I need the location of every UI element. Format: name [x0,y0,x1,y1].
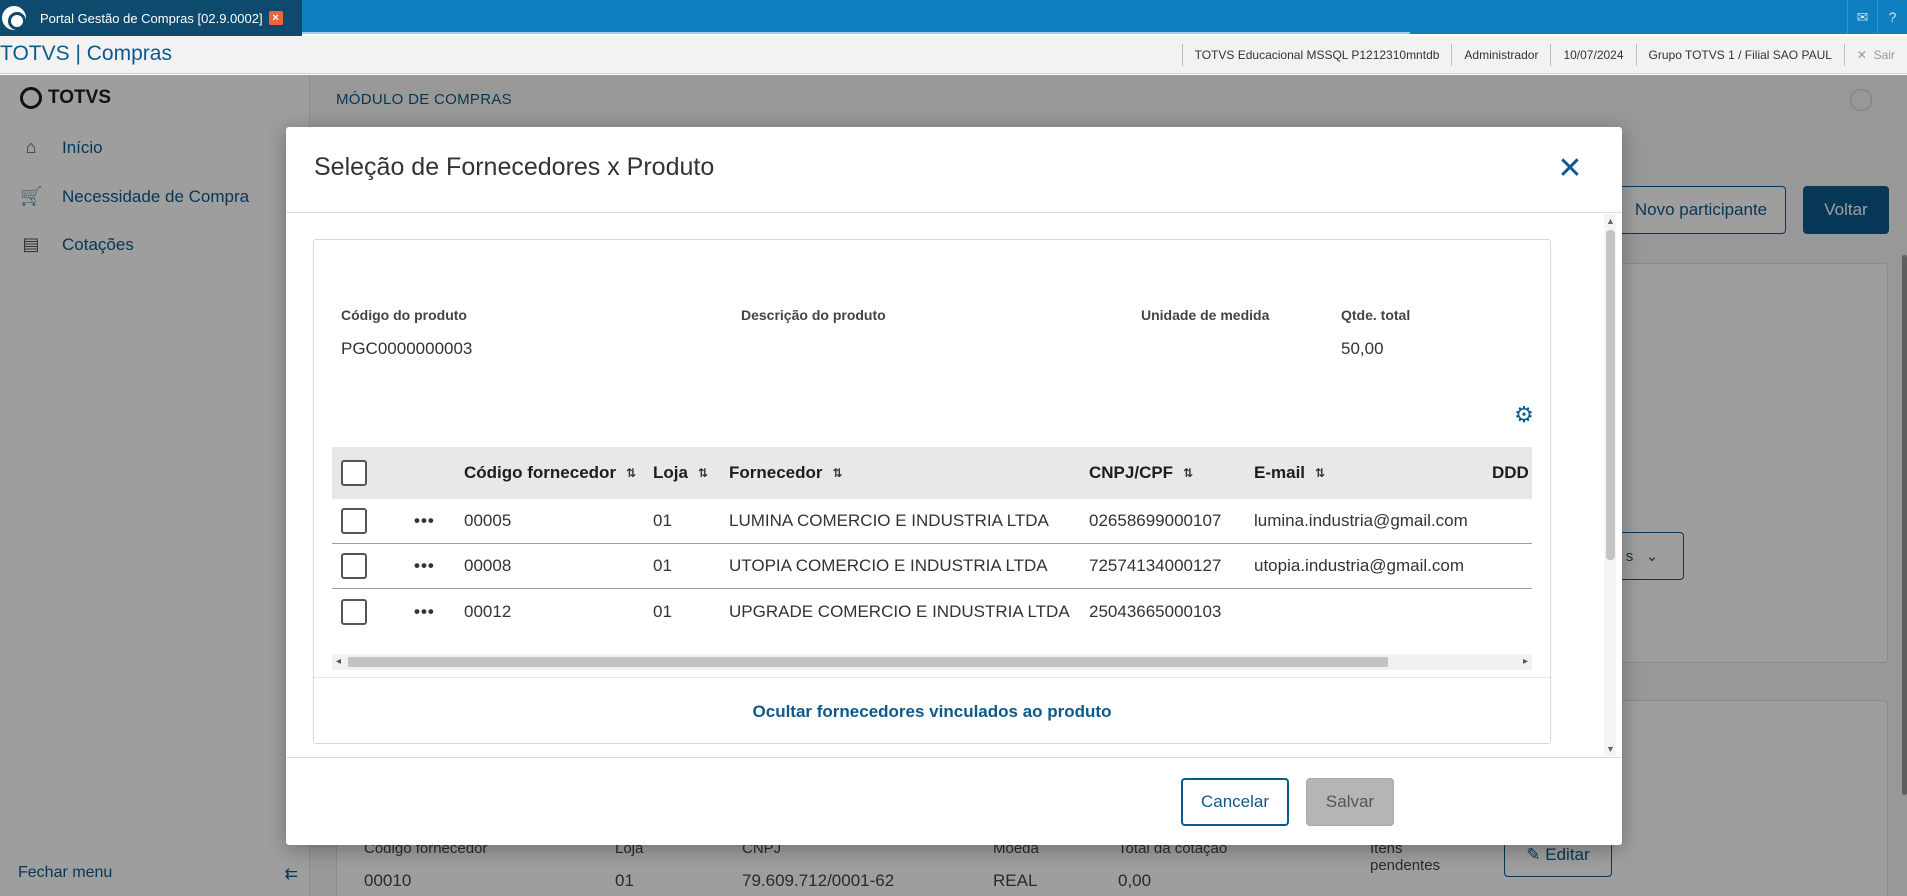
scroll-up-icon[interactable]: ▲ [1606,216,1615,226]
grid-horizontal-scrollbar[interactable]: ◂ ▸ [332,654,1532,670]
user-label: Administrador [1451,44,1550,66]
sort-icon[interactable]: ⇅ [626,466,636,480]
cell-email: lumina.industria@gmail.com [1254,511,1468,530]
unit-field: Unidade de medida [1141,307,1269,339]
top-right-icons: ✉ ? [1847,0,1907,34]
cell-cnpj: 25043665000103 [1089,601,1222,621]
col-label: E-mail [1254,463,1306,482]
cell-cnpj: 72574134000127 [1089,556,1222,575]
table-row[interactable]: ••• 00012 01 UPGRADE COMERCIO E INDUSTRI… [332,589,1532,634]
cell-supplier: UPGRADE COMERCIO E INDUSTRIA LTDA [729,601,1070,621]
date-label: 10/07/2024 [1550,44,1635,66]
suppliers-grid: Código fornecedor ⇅ Loja ⇅ Fornecedor ⇅ CNP… [332,447,1532,652]
modal-vertical-scrollbar[interactable]: ▲ ▼ [1604,214,1616,756]
scrollbar-thumb[interactable] [348,657,1388,667]
product-code-value: PGC0000000003 [341,339,473,358]
product-code-label: Código do produto [341,307,467,323]
modal-body: Código do produto PGC0000000003 Descriçã… [286,214,1622,756]
col-cnpj[interactable]: CNPJ/CPF ⇅ [1089,447,1193,499]
scrollbar-thumb[interactable] [1606,230,1615,560]
quantity-field: Qtde. total 50,00 [1341,307,1410,359]
cell-store: 01 [653,601,672,621]
row-actions-icon[interactable]: ••• [414,589,435,634]
environment-label: TOTVS Educacional MSSQL P1212310mntdb [1181,44,1452,66]
sort-icon[interactable]: ⇅ [833,466,843,480]
cell-supplier-code: 00008 [464,556,512,575]
row-actions-icon[interactable]: ••• [414,499,435,543]
card-divider [314,677,1550,678]
col-label: DDD [1492,463,1529,482]
table-row[interactable]: ••• 00005 01 LUMINA COMERCIO E INDUSTRIA… [332,499,1532,544]
col-label: Loja [653,463,688,482]
cell-supplier-code: 00012 [464,601,512,621]
sort-icon[interactable]: ⇅ [698,466,708,480]
quantity-value: 50,00 [1341,339,1384,358]
table-row[interactable]: ••• 00008 01 UTOPIA COMERCIO E INDUSTRIA… [332,544,1532,589]
scroll-down-icon[interactable]: ▼ [1606,744,1615,754]
exit-button[interactable]: ✕ Sair [1843,44,1907,66]
mail-icon[interactable]: ✉ [1847,0,1877,34]
row-checkbox[interactable] [341,598,367,625]
col-email[interactable]: E-mail ⇅ [1254,447,1325,499]
close-icon[interactable]: ✕ [1556,154,1584,184]
save-button[interactable]: Salvar [1306,778,1394,826]
col-label: Fornecedor [729,463,823,482]
exit-label: Sair [1873,48,1895,62]
cell-cnpj: 02658699000107 [1089,511,1222,530]
scroll-left-icon[interactable]: ◂ [336,656,341,667]
branch-label: Grupo TOTVS 1 / Filial SAO PAUL [1635,44,1844,66]
totvs-logo-icon [2,6,26,30]
col-label: Código fornecedor [464,463,617,482]
loading-progress [302,32,1410,34]
tab-title: Portal Gestão de Compras [02.9.0002] [40,10,263,26]
col-supplier[interactable]: Fornecedor ⇅ [729,447,843,499]
hide-linked-suppliers-link[interactable]: Ocultar fornecedores vinculados ao produ… [314,702,1550,722]
browser-tab[interactable]: Portal Gestão de Compras [02.9.0002] × [0,0,302,36]
modal-header: Seleção de Fornecedores x Produto ✕ [286,127,1622,213]
cell-supplier-code: 00005 [464,511,512,530]
product-description-field: Descrição do produto [741,307,886,339]
product-code-field: Código do produto PGC0000000003 [341,307,472,359]
select-all-checkbox[interactable] [341,447,367,499]
cell-email: utopia.industria@gmail.com [1254,556,1465,575]
cell-store: 01 [653,556,672,575]
modal-title: Seleção de Fornecedores x Produto [314,153,715,181]
grid-header: Código fornecedor ⇅ Loja ⇅ Fornecedor ⇅ CNP… [332,447,1532,499]
scroll-right-icon[interactable]: ▸ [1523,656,1528,667]
supplier-selection-modal: Seleção de Fornecedores x Produto ✕ Códi… [286,127,1622,845]
cell-supplier: UTOPIA COMERCIO E INDUSTRIA LTDA [729,556,1048,575]
tab-close-icon[interactable]: × [268,11,283,25]
app-brand: TOTVS | Compras [0,42,172,65]
sort-icon[interactable]: ⇅ [1183,466,1193,480]
header-info: TOTVS Educacional MSSQL P1212310mntdb Ad… [1181,36,1907,74]
row-checkbox[interactable] [341,553,367,579]
browser-bar: Portal Gestão de Compras [02.9.0002] × ✉… [0,0,1907,36]
cell-supplier: LUMINA COMERCIO E INDUSTRIA LTDA [729,511,1049,530]
col-supplier-code[interactable]: Código fornecedor ⇅ [464,447,636,499]
gear-icon[interactable]: ⚙ [1512,403,1536,427]
unit-label: Unidade de medida [1141,307,1270,323]
col-store[interactable]: Loja ⇅ [653,447,708,499]
col-label: CNPJ/CPF [1089,463,1174,482]
quantity-label: Qtde. total [1341,307,1411,323]
checkbox[interactable] [341,460,367,486]
sort-icon[interactable]: ⇅ [1315,466,1325,480]
app-header: TOTVS | Compras TOTVS Educacional MSSQL … [0,36,1907,74]
modal-footer: Cancelar Salvar [286,757,1622,845]
col-ddd[interactable]: DDD [1492,447,1529,499]
product-description-label: Descrição do produto [741,307,886,323]
product-card: Código do produto PGC0000000003 Descriçã… [313,239,1551,744]
cell-store: 01 [653,511,672,530]
row-checkbox[interactable] [341,508,367,534]
help-icon[interactable]: ? [1877,0,1907,34]
cancel-button[interactable]: Cancelar [1181,778,1289,826]
row-actions-icon[interactable]: ••• [414,544,435,588]
